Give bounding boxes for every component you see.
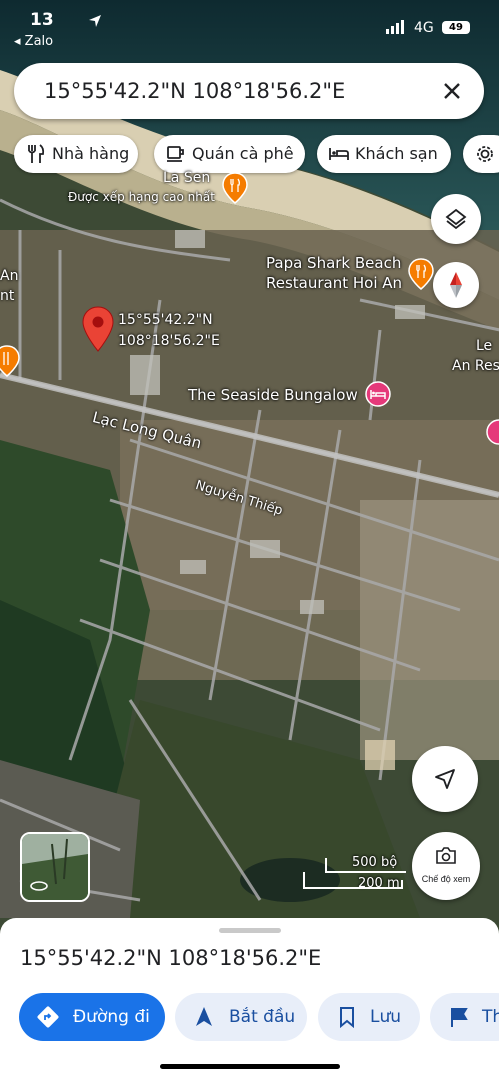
gear-icon	[477, 146, 493, 162]
directions-button[interactable]: Đường đi	[19, 993, 165, 1041]
poi-la-sen[interactable]: La Sen	[163, 170, 210, 186]
start-button[interactable]: Bắt đầu	[175, 993, 307, 1041]
network-type: 4G	[414, 20, 434, 36]
chip-label: Khách sạn	[355, 144, 438, 163]
chip-label: Nhà hàng	[52, 144, 130, 163]
poi-le-line1[interactable]: Le	[476, 338, 492, 354]
directions-icon	[37, 1006, 59, 1028]
place-coordinates: 15°55'42.2"N 108°18'56.2"E	[20, 946, 322, 970]
save-button[interactable]: Lưu	[318, 993, 420, 1041]
more-action-label: Th	[482, 1007, 499, 1027]
fork-knife-icon	[28, 144, 45, 163]
poi-le-line2[interactable]: An Res	[452, 358, 499, 374]
coffee-icon	[167, 146, 184, 162]
view-mode-button[interactable]: Chế độ xem	[412, 832, 480, 900]
my-location-button[interactable]	[412, 746, 478, 812]
chip-restaurants[interactable]: Nhà hàng	[14, 135, 138, 173]
search-bar[interactable]: 15°55'42.2"N 108°18'56.2"E	[14, 63, 484, 119]
poi-seaside-bungalow[interactable]: The Seaside Bungalow	[188, 386, 358, 404]
home-indicator	[160, 1064, 340, 1069]
flag-icon	[451, 1008, 468, 1027]
bed-icon	[329, 148, 349, 160]
location-arrow-icon	[89, 15, 101, 27]
battery-icon: 49	[442, 21, 470, 34]
restaurant-pin-icon[interactable]	[408, 258, 434, 290]
save-label: Lưu	[370, 1007, 402, 1027]
navigation-arrow-icon	[196, 1007, 212, 1026]
compass-button[interactable]	[433, 262, 479, 308]
pin-label-lat: 15°55'42.2"N	[118, 312, 213, 328]
start-label: Bắt đầu	[229, 1007, 296, 1027]
back-to-zalo-link[interactable]: ◂ Zalo	[14, 34, 53, 49]
layers-button[interactable]	[431, 194, 481, 244]
search-query[interactable]: 15°55'42.2"N 108°18'56.2"E	[44, 79, 345, 103]
poi-la-sen-subtitle: Được xếp hạng cao nhất	[68, 190, 215, 204]
compass-icon	[450, 272, 462, 298]
poi-papa-shark-line1[interactable]: Papa Shark Beach	[266, 254, 401, 272]
signal-icon	[386, 20, 404, 34]
close-icon[interactable]	[438, 77, 466, 105]
layers-icon	[445, 208, 467, 230]
poi-left-line2[interactable]: nt	[0, 288, 14, 304]
status-time: 13	[30, 10, 54, 30]
camera-icon	[436, 847, 456, 864]
chip-hotels[interactable]: Khách sạn	[317, 135, 451, 173]
drag-handle[interactable]	[219, 928, 281, 933]
dropped-pin-icon[interactable]	[82, 306, 114, 352]
scale-bar	[303, 858, 406, 889]
directions-label: Đường đi	[73, 1007, 150, 1027]
hotel-pin-icon[interactable]	[486, 418, 499, 446]
poi-papa-shark-line2[interactable]: Restaurant Hoi An	[266, 274, 402, 292]
status-bar: 13 ◂ Zalo 4G 49	[0, 6, 499, 49]
bookmark-icon	[340, 1007, 354, 1028]
more-action-button[interactable]: Th	[430, 993, 499, 1041]
restaurant-pin-icon[interactable]	[222, 172, 248, 204]
restaurant-pin-icon[interactable]	[0, 345, 20, 377]
navigation-arrow-icon	[435, 769, 455, 789]
chip-label: Quán cà phê	[192, 144, 294, 163]
chip-cafes[interactable]: Quán cà phê	[154, 135, 305, 173]
street-view-thumbnail[interactable]	[20, 832, 90, 902]
pin-label-lng: 108°18'56.2"E	[118, 333, 220, 349]
hotel-pin-icon[interactable]	[364, 380, 392, 408]
poi-left-line1[interactable]: An	[0, 268, 18, 284]
chip-more[interactable]	[463, 135, 499, 173]
view-mode-label: Chế độ xem	[421, 874, 471, 884]
rotate-360-icon	[30, 881, 48, 891]
place-bottom-sheet[interactable]: 15°55'42.2"N 108°18'56.2"E Đường đi Bắt …	[0, 918, 499, 1080]
